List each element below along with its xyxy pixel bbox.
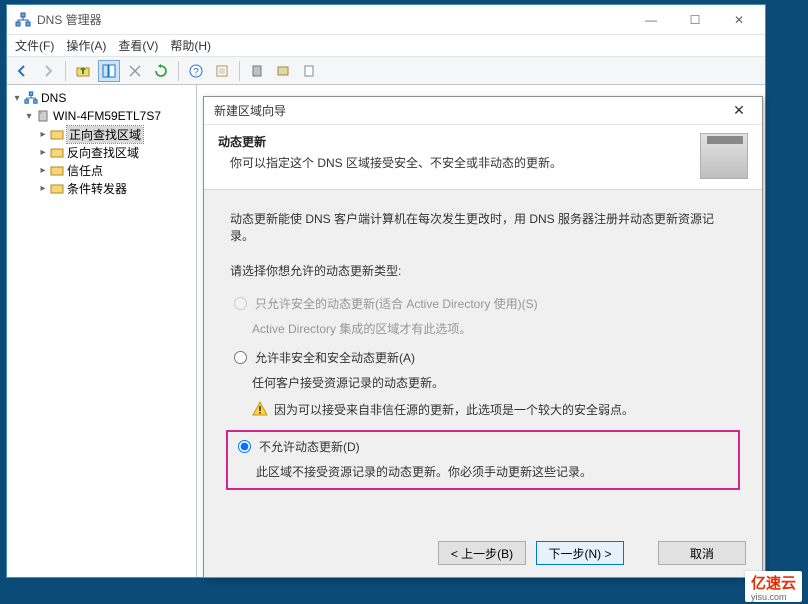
- view-list-icon[interactable]: [98, 60, 120, 82]
- option-label: 允许非安全和安全动态更新(A): [255, 349, 732, 366]
- radio-nonsecure-and-secure[interactable]: [234, 351, 247, 364]
- tree-reverse-lookup[interactable]: ▸ 反向查找区域: [9, 143, 194, 161]
- option-desc: 任何客户接受资源记录的动态更新。: [252, 374, 736, 391]
- chevron-right-icon[interactable]: ▸: [37, 183, 49, 194]
- dialog-titlebar: 新建区域向导 ✕: [204, 97, 762, 125]
- new-zone-wizard-dialog: 新建区域向导 ✕ 动态更新 你可以指定这个 DNS 区域接受安全、不安全或非动态…: [203, 96, 763, 578]
- wizard-footer: < 上一步(B) 下一步(N) > 取消: [204, 529, 762, 577]
- tree-root[interactable]: ▾ DNS: [9, 89, 194, 107]
- toolbar-divider: [65, 61, 66, 81]
- folder-icon: [49, 180, 65, 196]
- menubar: 文件(F) 操作(A) 查看(V) 帮助(H): [7, 35, 765, 57]
- option-no-dynamic[interactable]: 不允许动态更新(D): [234, 436, 732, 457]
- toolbar-divider: [239, 61, 240, 81]
- folder-icon: [49, 144, 65, 160]
- app-icon: [15, 12, 31, 28]
- watermark-main: 亿速云: [751, 575, 796, 592]
- toolbar: ?: [7, 57, 765, 85]
- wizard-step-title: 动态更新: [218, 133, 700, 150]
- up-folder-icon[interactable]: [72, 60, 94, 82]
- menu-action[interactable]: 操作(A): [66, 37, 106, 54]
- warning-row: 因为可以接受来自非信任源的更新，此选项是一个较大的安全弱点。: [252, 401, 736, 420]
- server-image-icon: [700, 133, 748, 179]
- close-button[interactable]: ✕: [720, 99, 758, 123]
- radio-no-dynamic[interactable]: [238, 440, 251, 453]
- prompt-text: 请选择你想允许的动态更新类型:: [230, 262, 736, 279]
- watermark-sub: yisu.com: [751, 593, 796, 601]
- wizard-body: 动态更新能使 DNS 客户端计算机在每次发生更改时，用 DNS 服务器注册并动态…: [204, 190, 762, 529]
- tree-label: DNS: [41, 91, 66, 105]
- option-label: 只允许安全的动态更新(适合 Active Directory 使用)(S): [255, 295, 732, 312]
- tree-conditional-forwarders[interactable]: ▸ 条件转发器: [9, 179, 194, 197]
- folder-icon: [49, 126, 65, 142]
- toolbar-divider: [178, 61, 179, 81]
- server-icon[interactable]: [246, 60, 268, 82]
- warning-text: 因为可以接受来自非信任源的更新，此选项是一个较大的安全弱点。: [274, 401, 634, 418]
- watermark: 亿速云 yisu.com: [745, 571, 802, 602]
- menu-file[interactable]: 文件(F): [15, 37, 54, 54]
- tree-label: WIN-4FM59ETL7S7: [53, 109, 161, 123]
- option-desc: 此区域不接受资源记录的动态更新。你必须手动更新这些记录。: [256, 463, 732, 480]
- radio-secure-only: [234, 297, 247, 310]
- chevron-down-icon[interactable]: ▾: [11, 93, 23, 104]
- properties-icon[interactable]: [211, 60, 233, 82]
- menu-view[interactable]: 查看(V): [118, 37, 158, 54]
- wizard-header: 动态更新 你可以指定这个 DNS 区域接受安全、不安全或非动态的更新。: [204, 125, 762, 190]
- folder-icon: [49, 162, 65, 178]
- tree-trust-points[interactable]: ▸ 信任点: [9, 161, 194, 179]
- option-desc: Active Directory 集成的区域才有此选项。: [252, 320, 736, 337]
- close-button[interactable]: ✕: [717, 6, 761, 34]
- wizard-step-subtitle: 你可以指定这个 DNS 区域接受安全、不安全或非动态的更新。: [230, 154, 700, 171]
- record-icon[interactable]: [298, 60, 320, 82]
- tree-label: 条件转发器: [67, 180, 127, 197]
- tree-label: 信任点: [67, 162, 103, 179]
- minimize-button[interactable]: —: [629, 6, 673, 34]
- tree-label: 反向查找区域: [67, 144, 139, 161]
- cancel-button[interactable]: 取消: [658, 541, 746, 565]
- warning-icon: [252, 401, 268, 420]
- nav-tree: ▾ DNS ▾ WIN-4FM59ETL7S7 ▸ 正向查找区域 ▸ 反向查找区…: [7, 85, 197, 577]
- chevron-right-icon[interactable]: ▸: [37, 129, 49, 140]
- chevron-right-icon[interactable]: ▸: [37, 147, 49, 158]
- chevron-down-icon[interactable]: ▾: [23, 111, 35, 122]
- tree-forward-lookup[interactable]: ▸ 正向查找区域: [9, 125, 194, 143]
- help-icon[interactable]: ?: [185, 60, 207, 82]
- window-title: DNS 管理器: [37, 11, 629, 28]
- nav-forward-icon[interactable]: [37, 60, 59, 82]
- next-button[interactable]: 下一步(N) >: [536, 541, 624, 565]
- menu-help[interactable]: 帮助(H): [170, 37, 211, 54]
- zone-icon[interactable]: [272, 60, 294, 82]
- server-icon: [35, 108, 51, 124]
- chevron-right-icon[interactable]: ▸: [37, 165, 49, 176]
- option-nonsecure-and-secure[interactable]: 允许非安全和安全动态更新(A): [230, 347, 736, 368]
- dns-root-icon: [23, 90, 39, 106]
- dialog-title: 新建区域向导: [214, 102, 286, 119]
- refresh-icon[interactable]: [150, 60, 172, 82]
- intro-text: 动态更新能使 DNS 客户端计算机在每次发生更改时，用 DNS 服务器注册并动态…: [230, 210, 736, 244]
- option-group-selected: 不允许动态更新(D) 此区域不接受资源记录的动态更新。你必须手动更新这些记录。: [226, 430, 740, 490]
- nav-back-icon[interactable]: [11, 60, 33, 82]
- svg-text:?: ?: [193, 67, 199, 78]
- cut-icon[interactable]: [124, 60, 146, 82]
- titlebar: DNS 管理器 — ☐ ✕: [7, 5, 765, 35]
- tree-server[interactable]: ▾ WIN-4FM59ETL7S7: [9, 107, 194, 125]
- back-button[interactable]: < 上一步(B): [438, 541, 526, 565]
- option-secure-only: 只允许安全的动态更新(适合 Active Directory 使用)(S): [230, 293, 736, 314]
- maximize-button[interactable]: ☐: [673, 6, 717, 34]
- option-label: 不允许动态更新(D): [259, 438, 728, 455]
- tree-label: 正向查找区域: [67, 126, 143, 143]
